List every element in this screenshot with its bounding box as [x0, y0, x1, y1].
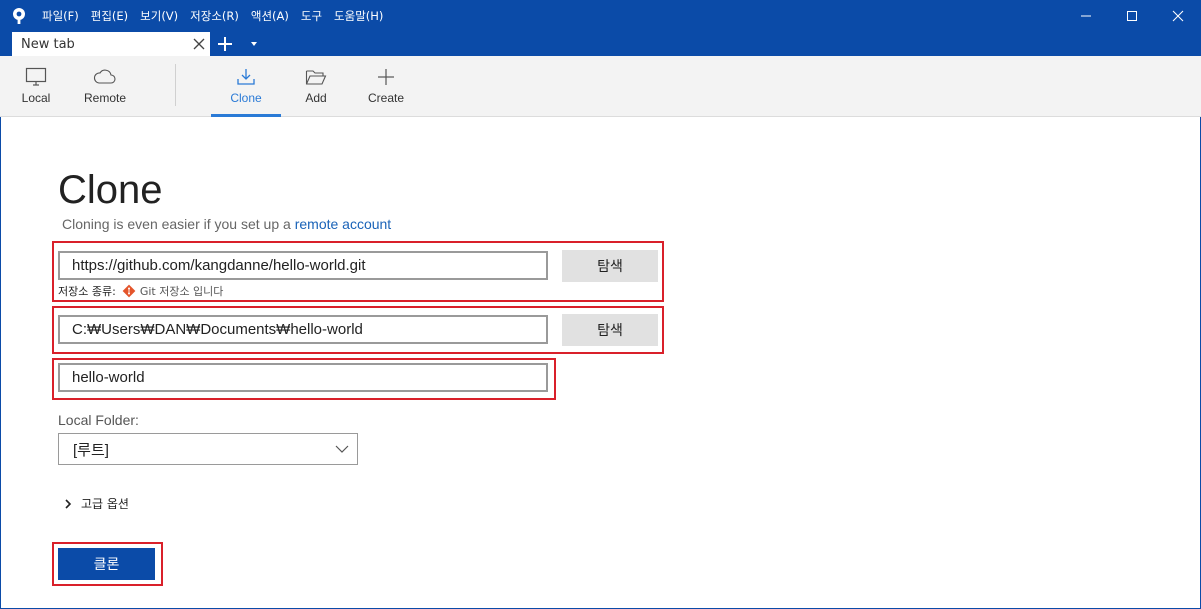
toolbar-add-button[interactable]: Add [296, 56, 336, 117]
window-controls [1063, 0, 1201, 32]
clone-button[interactable]: 클론 [58, 548, 155, 580]
menu-bar: 파일(F) 편집(E) 보기(V) 저장소(R) 액션(A) 도구 도움말(H) [36, 0, 389, 32]
close-icon [1172, 10, 1184, 22]
subtitle: Cloning is even easier if you set up a r… [62, 216, 391, 232]
toolbar-remote-button[interactable]: Remote [80, 56, 130, 117]
page-title: Clone [58, 168, 163, 212]
repo-type-row: 저장소 종류: Git 저장소 입니다 [58, 283, 223, 299]
tab-new-tab[interactable]: New tab [12, 32, 210, 56]
clone-panel: Clone Cloning is even easier if you set … [0, 117, 1201, 609]
tab-strip: New tab [0, 32, 1201, 56]
repo-type-value: Git 저장소 입니다 [139, 285, 224, 298]
menu-repository[interactable]: 저장소(R) [184, 8, 245, 24]
toolbar-create-label: Create [367, 91, 405, 105]
local-folder-value: [루트] [73, 441, 109, 459]
menu-actions[interactable]: 액션(A) [245, 8, 295, 24]
cloud-icon [93, 69, 116, 84]
sourcetree-logo-icon [13, 8, 25, 24]
tab-label: New tab [21, 36, 75, 52]
menu-tools[interactable]: 도구 [295, 8, 328, 24]
menu-file[interactable]: 파일(F) [36, 8, 85, 24]
local-folder-select[interactable]: [루트] [58, 433, 358, 465]
menu-edit[interactable]: 편집(E) [85, 8, 134, 24]
remote-account-link[interactable]: remote account [295, 216, 392, 232]
toolbar: Local Remote Clone Add Create [0, 56, 1201, 117]
toolbar-clone-button[interactable]: Clone [211, 56, 281, 117]
clone-download-icon [237, 69, 255, 85]
minimize-icon [1081, 15, 1091, 17]
tab-list-chevron-down-icon[interactable] [248, 39, 260, 49]
menu-view[interactable]: 보기(V) [134, 8, 184, 24]
browse-dest-button[interactable]: 탐색 [562, 314, 658, 346]
minimize-button[interactable] [1063, 0, 1109, 32]
maximize-icon [1127, 11, 1137, 21]
advanced-options-toggle[interactable]: 고급 옵션 [63, 495, 129, 512]
local-folder-label: Local Folder: [58, 412, 139, 428]
chevron-down-icon [335, 445, 349, 453]
repo-type-label: 저장소 종류: [58, 285, 116, 298]
dest-path-input[interactable]: C:₩Users₩DAN₩Documents₩hello-world [58, 315, 548, 344]
maximize-button[interactable] [1109, 0, 1155, 32]
source-url-input[interactable]: https://github.com/kangdanne/hello-world… [58, 251, 548, 280]
folder-open-icon [305, 70, 327, 85]
monitor-icon [25, 67, 47, 86]
subtitle-text: Cloning is even easier if you set up a [62, 216, 291, 232]
browse-source-button[interactable]: 탐색 [562, 250, 658, 282]
toolbar-clone-label: Clone [230, 91, 262, 105]
toolbar-separator [175, 64, 176, 106]
name-input[interactable]: hello-world [58, 363, 548, 392]
toolbar-local-label: Local [21, 91, 51, 105]
menu-help[interactable]: 도움말(H) [328, 8, 389, 24]
toolbar-add-label: Add [305, 91, 327, 105]
close-window-button[interactable] [1155, 0, 1201, 32]
advanced-options-label: 고급 옵션 [81, 497, 129, 511]
plus-icon [378, 69, 394, 85]
toolbar-remote-label: Remote [83, 91, 127, 105]
toolbar-local-button[interactable]: Local [14, 56, 58, 117]
title-bar: 파일(F) 편집(E) 보기(V) 저장소(R) 액션(A) 도구 도움말(H) [0, 0, 1201, 32]
new-tab-plus-icon[interactable] [216, 35, 234, 53]
git-icon [122, 284, 136, 298]
chevron-right-icon [65, 498, 72, 509]
tab-close-icon[interactable] [192, 37, 206, 51]
toolbar-create-button[interactable]: Create [364, 56, 408, 117]
